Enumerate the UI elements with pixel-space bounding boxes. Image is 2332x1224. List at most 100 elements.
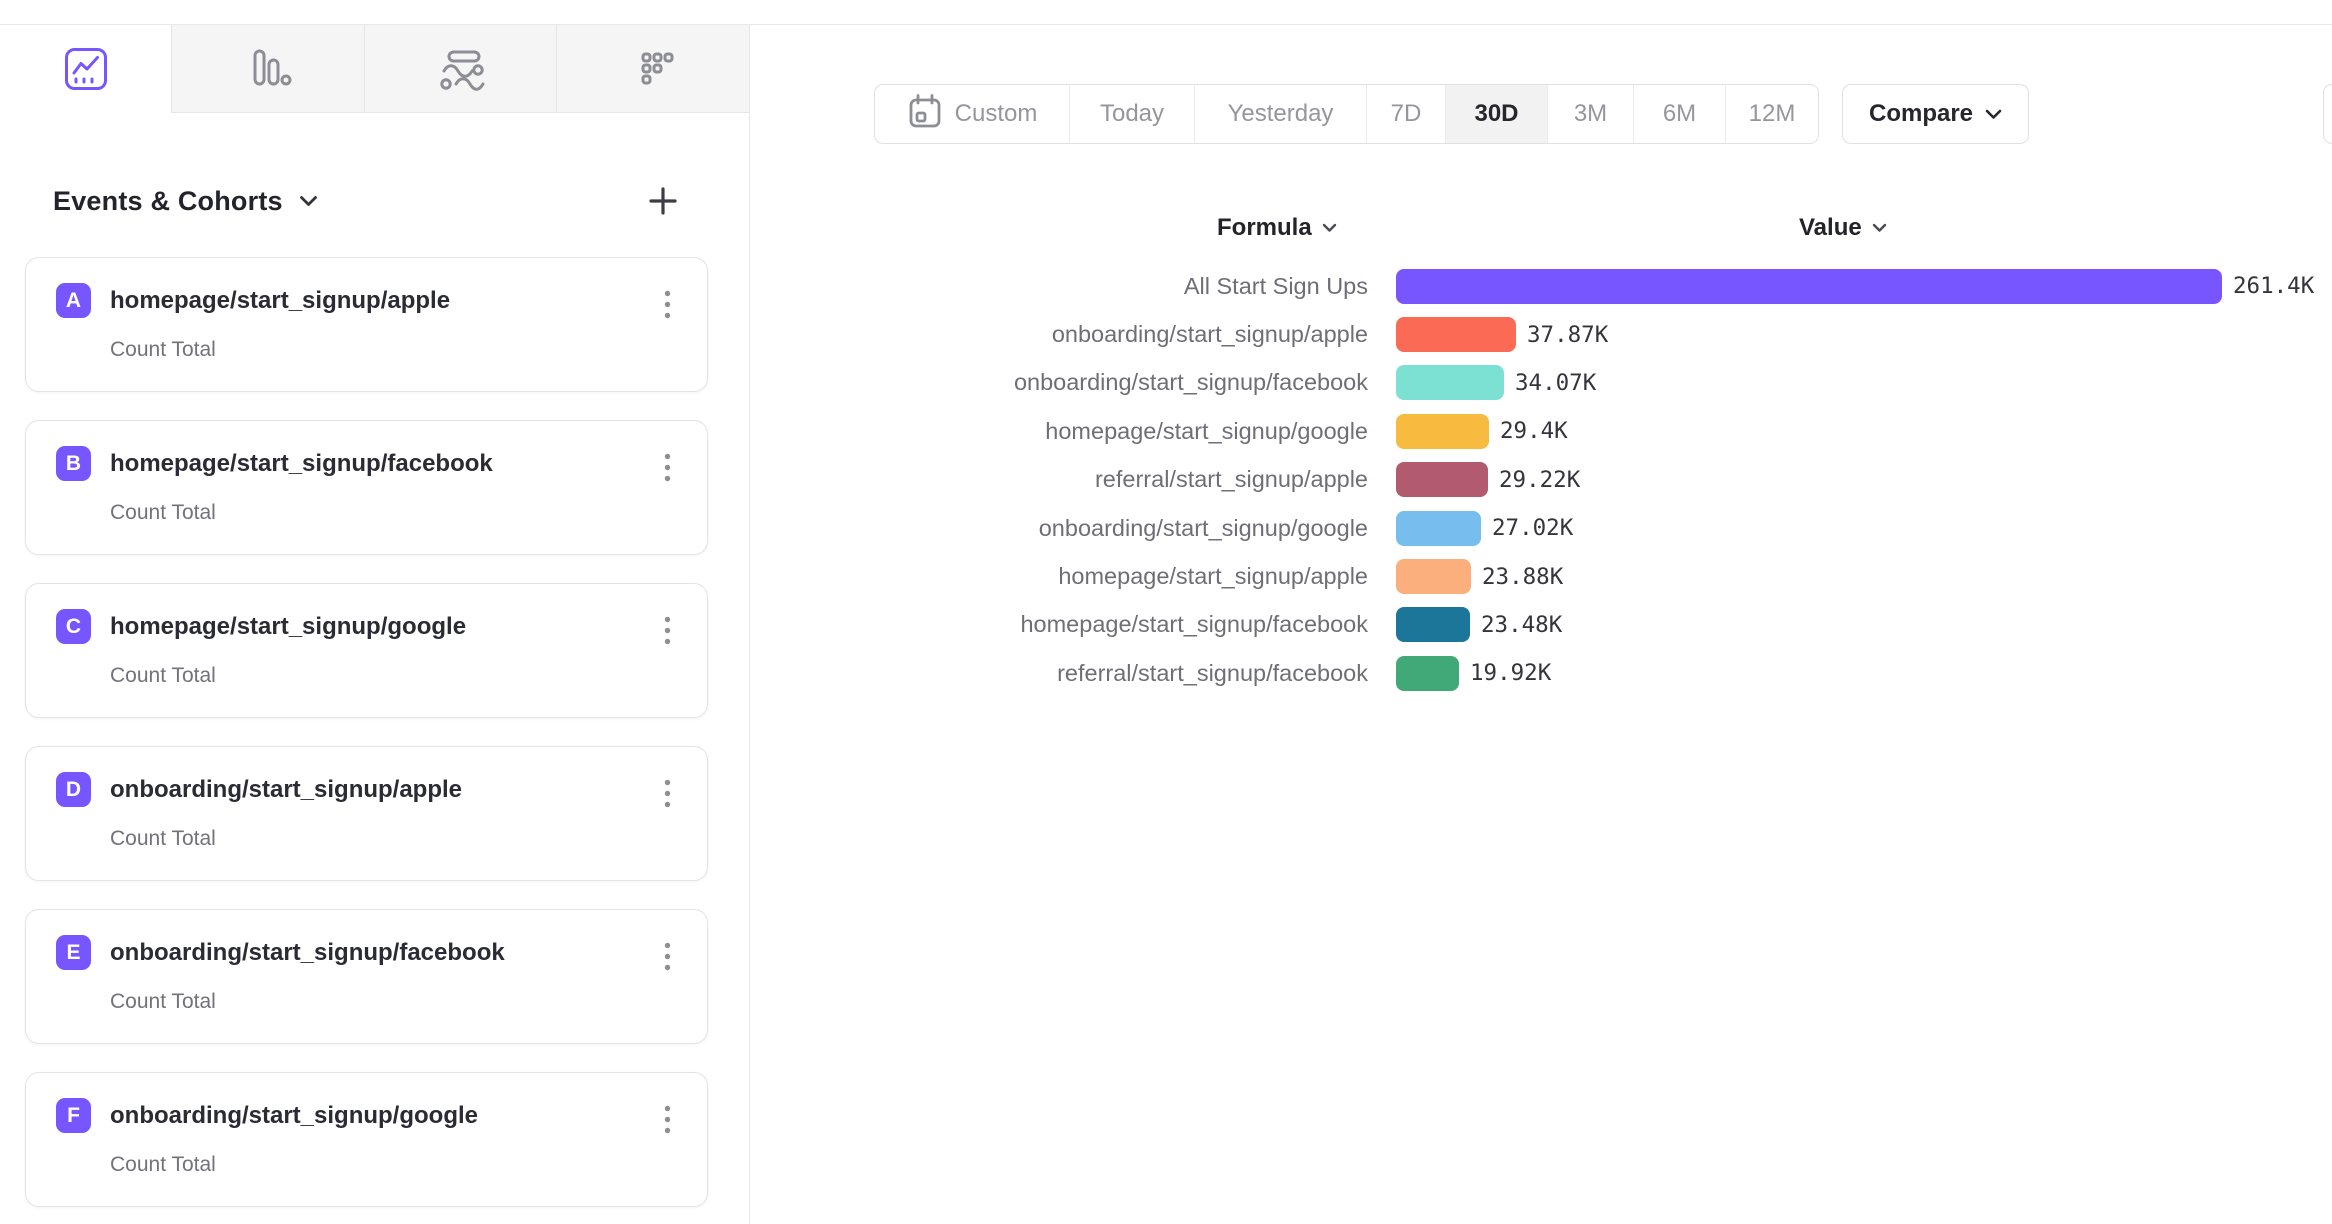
kebab-icon bbox=[664, 453, 671, 482]
date-range-label: Yesterday bbox=[1228, 100, 1334, 128]
chart-row-label: All Start Sign Ups bbox=[751, 273, 1396, 300]
window-top-divider bbox=[0, 0, 2332, 25]
event-letter-badge[interactable]: B bbox=[56, 446, 91, 481]
date-range-option[interactable]: 12M bbox=[1726, 85, 1818, 143]
date-range-option[interactable]: 30D bbox=[1446, 85, 1548, 143]
chart-row: homepage/start_signup/google 29.4K bbox=[751, 407, 2332, 455]
chart-row-label: homepage/start_signup/facebook bbox=[751, 611, 1396, 638]
event-letter-badge[interactable]: E bbox=[56, 935, 91, 970]
event-letter-badge[interactable]: A bbox=[56, 283, 91, 318]
compare-label: Compare bbox=[1869, 100, 1973, 128]
chart-row-label: homepage/start_signup/google bbox=[751, 418, 1396, 445]
chart-row-value: 34.07K bbox=[1515, 370, 1596, 396]
chart-row-value: 23.48K bbox=[1481, 612, 1562, 638]
line-chart-icon bbox=[63, 46, 109, 92]
chart-bar[interactable] bbox=[1396, 656, 1459, 691]
chart-bar[interactable] bbox=[1396, 365, 1504, 400]
event-measure[interactable]: Count Total bbox=[110, 827, 216, 851]
date-range-option[interactable]: Today bbox=[1070, 85, 1195, 143]
date-range-label: 30D bbox=[1474, 100, 1518, 128]
event-card-header: C homepage/start_signup/google bbox=[56, 609, 466, 644]
chart-row-label: onboarding/start_signup/google bbox=[751, 515, 1396, 542]
date-range-label: Custom bbox=[955, 100, 1038, 128]
event-card[interactable]: C homepage/start_signup/google Count Tot… bbox=[25, 583, 708, 718]
event-card[interactable]: F onboarding/start_signup/google Count T… bbox=[25, 1072, 708, 1207]
chart-type-tabbar bbox=[0, 25, 749, 113]
chart-row-value: 261.4K bbox=[2233, 273, 2314, 299]
event-letter-badge[interactable]: C bbox=[56, 609, 91, 644]
event-menu-button[interactable] bbox=[658, 1101, 677, 1141]
event-measure[interactable]: Count Total bbox=[110, 501, 216, 525]
kebab-icon bbox=[664, 942, 671, 971]
date-range-label: 7D bbox=[1391, 100, 1422, 128]
value-column-header[interactable]: Value bbox=[1799, 214, 1887, 242]
date-range-option[interactable]: Custom bbox=[875, 85, 1070, 143]
date-range-option[interactable]: 6M bbox=[1634, 85, 1726, 143]
value-header-label: Value bbox=[1799, 214, 1862, 242]
date-range-option[interactable]: 3M bbox=[1548, 85, 1634, 143]
chart-row: onboarding/start_signup/apple 37.87K bbox=[751, 310, 2332, 358]
event-menu-button[interactable] bbox=[658, 612, 677, 652]
event-letter-badge[interactable]: D bbox=[56, 772, 91, 807]
chart-bar[interactable] bbox=[1396, 607, 1470, 642]
event-card[interactable]: A homepage/start_signup/apple Count Tota… bbox=[25, 257, 708, 392]
chart-row: onboarding/start_signup/google 27.02K bbox=[751, 504, 2332, 552]
partial-edge-button[interactable] bbox=[2323, 84, 2332, 144]
chart-bar[interactable] bbox=[1396, 317, 1516, 352]
chart-row-value: 29.22K bbox=[1499, 467, 1580, 493]
event-name: homepage/start_signup/google bbox=[110, 613, 466, 641]
date-range-option[interactable]: 7D bbox=[1367, 85, 1446, 143]
event-measure[interactable]: Count Total bbox=[110, 664, 216, 688]
event-card[interactable]: E onboarding/start_signup/facebook Count… bbox=[25, 909, 708, 1044]
chart-bar[interactable] bbox=[1396, 559, 1471, 594]
add-event-button[interactable] bbox=[647, 185, 679, 217]
date-range-label: 3M bbox=[1574, 100, 1607, 128]
event-card[interactable]: D onboarding/start_signup/apple Count To… bbox=[25, 746, 708, 881]
kebab-icon bbox=[664, 1105, 671, 1134]
kebab-icon bbox=[664, 616, 671, 645]
chevron-down-icon bbox=[1872, 223, 1887, 233]
chart-row: onboarding/start_signup/facebook 34.07K bbox=[751, 359, 2332, 407]
chart-row: homepage/start_signup/facebook 23.48K bbox=[751, 601, 2332, 649]
event-measure[interactable]: Count Total bbox=[110, 990, 216, 1014]
event-card-header: B homepage/start_signup/facebook bbox=[56, 446, 493, 481]
date-range-label: Today bbox=[1100, 100, 1164, 128]
event-name: onboarding/start_signup/google bbox=[110, 1102, 478, 1130]
flows-icon bbox=[437, 46, 485, 92]
chevron-down-icon[interactable] bbox=[299, 194, 318, 212]
event-card[interactable]: B homepage/start_signup/facebook Count T… bbox=[25, 420, 708, 555]
date-range-option[interactable]: Yesterday bbox=[1195, 85, 1367, 143]
chart-row-label: onboarding/start_signup/facebook bbox=[751, 369, 1396, 396]
chevron-down-icon bbox=[1322, 223, 1337, 233]
tab-insights-line-chart[interactable] bbox=[0, 25, 172, 113]
event-name: homepage/start_signup/facebook bbox=[110, 450, 493, 478]
chart-row-label: referral/start_signup/facebook bbox=[751, 660, 1396, 687]
event-card-list: A homepage/start_signup/apple Count Tota… bbox=[25, 257, 749, 1207]
chart-row-value: 19.92K bbox=[1470, 660, 1551, 686]
event-card-header: D onboarding/start_signup/apple bbox=[56, 772, 462, 807]
chart-bar[interactable] bbox=[1396, 462, 1488, 497]
query-sidebar: Events & Cohorts A homepage/start_signup… bbox=[0, 25, 750, 1224]
event-menu-button[interactable] bbox=[658, 775, 677, 815]
tab-bar-chart[interactable] bbox=[172, 25, 365, 113]
chart-bar[interactable] bbox=[1396, 269, 2222, 304]
event-measure[interactable]: Count Total bbox=[110, 338, 216, 362]
chart-bar[interactable] bbox=[1396, 414, 1489, 449]
event-menu-button[interactable] bbox=[658, 449, 677, 489]
chart-row: homepage/start_signup/apple 23.88K bbox=[751, 552, 2332, 600]
chart-bar[interactable] bbox=[1396, 511, 1481, 546]
chevron-down-icon bbox=[1985, 109, 2002, 120]
tab-flows[interactable] bbox=[365, 25, 558, 113]
event-measure[interactable]: Count Total bbox=[110, 1153, 216, 1177]
compare-button[interactable]: Compare bbox=[1842, 84, 2029, 144]
chart-row-label: referral/start_signup/apple bbox=[751, 466, 1396, 493]
formula-header-label: Formula bbox=[1217, 214, 1312, 242]
event-menu-button[interactable] bbox=[658, 286, 677, 326]
tab-breakdown-dots[interactable] bbox=[557, 25, 749, 113]
chart-row-value: 37.87K bbox=[1527, 322, 1608, 348]
chart-row: All Start Sign Ups 261.4K bbox=[751, 262, 2332, 310]
events-cohorts-header: Events & Cohorts bbox=[53, 183, 679, 219]
event-letter-badge[interactable]: F bbox=[56, 1098, 91, 1133]
formula-column-header[interactable]: Formula bbox=[1217, 214, 1337, 242]
event-menu-button[interactable] bbox=[658, 938, 677, 978]
